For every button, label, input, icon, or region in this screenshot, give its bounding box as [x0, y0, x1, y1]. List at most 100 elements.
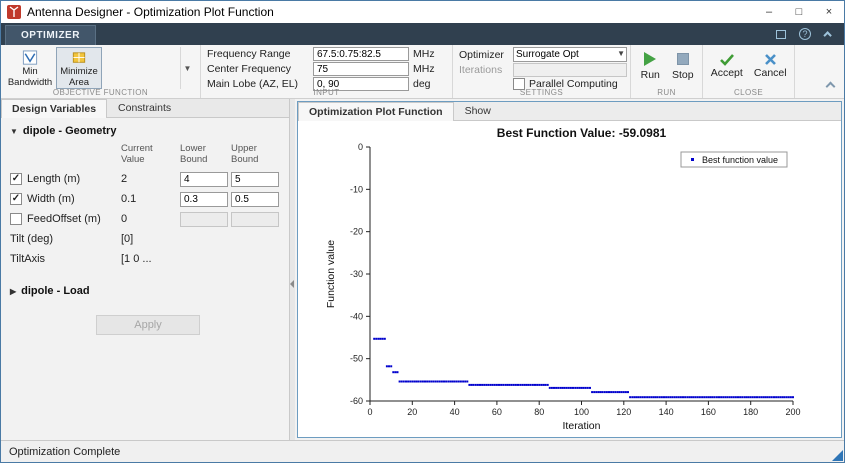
geometry-section-label: dipole - Geometry	[22, 125, 117, 137]
panel-splitter[interactable]	[290, 99, 295, 440]
main-area: Design Variables Constraints ▼ dipole - …	[1, 99, 844, 440]
svg-text:-60: -60	[350, 396, 363, 406]
tab-optimization-plot-function[interactable]: Optimization Plot Function	[298, 102, 454, 121]
variable-row-tilt: Tilt (deg) [0]	[10, 229, 280, 249]
svg-text:140: 140	[659, 407, 674, 417]
svg-text:180: 180	[743, 407, 758, 417]
variable-label: Width (m)	[27, 193, 75, 205]
current-value: [0]	[121, 233, 134, 245]
maximize-button[interactable]: □	[784, 1, 814, 23]
tab-optimizer[interactable]: OPTIMIZER	[5, 25, 96, 45]
svg-text:-30: -30	[350, 269, 363, 279]
lower-bound-input-width[interactable]	[180, 191, 228, 207]
ribbon: Min Bandwidth Minimize Area ▼ OBJECTIVE …	[1, 45, 844, 99]
app-icon	[7, 5, 21, 19]
svg-text:-10: -10	[350, 184, 363, 194]
svg-text:20: 20	[407, 407, 417, 417]
cancel-label: Cancel	[753, 67, 787, 79]
current-value: [1 0 ...	[121, 253, 152, 265]
optimizer-label: Optimizer	[459, 48, 504, 61]
variable-label: Length (m)	[27, 173, 81, 185]
variable-row-width: Width (m) 0.1	[10, 189, 280, 209]
lower-bound-input-feedoffset	[180, 211, 228, 227]
close-button[interactable]: ×	[814, 1, 844, 23]
minimize-button[interactable]: –	[754, 1, 784, 23]
accept-button[interactable]: Accept	[709, 47, 745, 87]
variable-checkbox-1[interactable]	[10, 193, 22, 205]
section-close: Accept Cancel CLOSE	[703, 45, 795, 98]
variables-header-row: Current Value Lower Bound Upper Bound	[10, 143, 280, 165]
stop-icon	[676, 53, 689, 65]
load-section-header[interactable]: ▶ dipole - Load	[10, 285, 280, 297]
plot-panel-container: Optimization Plot Function Show Best Fun…	[295, 99, 844, 440]
ribbon-collapse-icon[interactable]	[825, 81, 836, 92]
tab-design-variables[interactable]: Design Variables	[1, 99, 108, 118]
tab-show[interactable]: Show	[454, 101, 502, 120]
svg-text:-50: -50	[350, 354, 363, 364]
objective-gallery-dropdown[interactable]: ▼	[180, 47, 194, 89]
svg-text:0: 0	[367, 407, 372, 417]
variable-checkbox-0[interactable]	[10, 173, 22, 185]
optimizer-select[interactable]: Surrogate Opt	[513, 47, 627, 62]
variable-checkbox-2[interactable]	[10, 213, 22, 225]
minimize-area-button[interactable]: Minimize Area	[56, 47, 102, 89]
variable-label: FeedOffset (m)	[27, 213, 101, 225]
svg-text:0: 0	[358, 142, 363, 152]
accept-check-icon	[719, 54, 734, 66]
frequency-range-input[interactable]	[313, 47, 409, 61]
save-layout-icon[interactable]	[774, 27, 788, 41]
iterations-input	[513, 63, 627, 77]
svg-text:-40: -40	[350, 311, 363, 321]
svg-text:160: 160	[701, 407, 716, 417]
iterations-label: Iterations	[459, 64, 503, 76]
section-label: OBJECTIVE FUNCTION	[52, 88, 149, 97]
svg-text:Best Function Value: -59.0981: Best Function Value: -59.0981	[497, 126, 667, 140]
cancel-x-icon	[764, 54, 776, 65]
minimize-area-label: Minimize Area	[60, 66, 98, 88]
upper-bound-input-feedoffset	[231, 211, 279, 227]
plot-area: Best Function Value: -59.0981 0 -10 -20 -30 -…	[298, 121, 841, 437]
upper-bound-input-length[interactable]	[231, 171, 279, 187]
variable-row-length: Length (m) 2	[10, 169, 280, 189]
stop-label: Stop	[671, 69, 694, 81]
splitter-collapse-icon[interactable]	[290, 279, 294, 288]
section-objective-function: Min Bandwidth Minimize Area ▼ OBJECTIVE …	[1, 45, 201, 98]
svg-text:-20: -20	[350, 227, 363, 237]
resize-grip-icon[interactable]	[832, 450, 843, 461]
tab-constraints[interactable]: Constraints	[107, 98, 182, 117]
run-label: Run	[640, 69, 660, 81]
figure-panel: Optimization Plot Function Show Best Fun…	[297, 101, 842, 438]
cancel-button[interactable]: Cancel	[753, 47, 789, 87]
min-bandwidth-icon	[22, 50, 38, 65]
toolstrip-collapse-icon[interactable]	[822, 27, 836, 41]
titlebar: Antenna Designer - Optimization Plot Fun…	[1, 1, 844, 23]
load-section-label: dipole - Load	[21, 285, 90, 297]
svg-text:40: 40	[450, 407, 460, 417]
svg-text:60: 60	[492, 407, 502, 417]
geometry-section-header[interactable]: ▼ dipole - Geometry	[10, 125, 280, 137]
section-label: INPUT	[313, 88, 340, 97]
stop-button[interactable]: Stop	[670, 47, 697, 87]
ribbon-spacer	[795, 45, 844, 98]
expand-arrow-icon: ▶	[10, 286, 17, 296]
svg-text:Iteration: Iteration	[563, 420, 601, 432]
svg-text:200: 200	[785, 407, 800, 417]
run-icon	[644, 52, 657, 66]
help-icon[interactable]: ?	[798, 27, 812, 41]
current-value: 0.1	[121, 193, 137, 205]
app-window: Antenna Designer - Optimization Plot Fun…	[0, 0, 845, 463]
svg-text:Function value: Function value	[325, 240, 337, 308]
center-frequency-input[interactable]	[313, 62, 409, 76]
upper-bound-input-width[interactable]	[231, 191, 279, 207]
run-button[interactable]: Run	[637, 47, 664, 87]
lower-bound-input-length[interactable]	[180, 171, 228, 187]
center-frequency-label: Center Frequency	[207, 63, 292, 75]
col-current-value: Current Value	[121, 143, 153, 165]
section-run: Run Stop RUN	[631, 45, 703, 98]
apply-button[interactable]: Apply	[96, 315, 200, 335]
min-bandwidth-label: Min Bandwidth	[7, 66, 53, 88]
svg-text:120: 120	[616, 407, 631, 417]
col-lower-bound: Lower Bound	[180, 143, 208, 165]
svg-text:Best function value: Best function value	[702, 155, 778, 165]
min-bandwidth-button[interactable]: Min Bandwidth	[7, 47, 53, 89]
